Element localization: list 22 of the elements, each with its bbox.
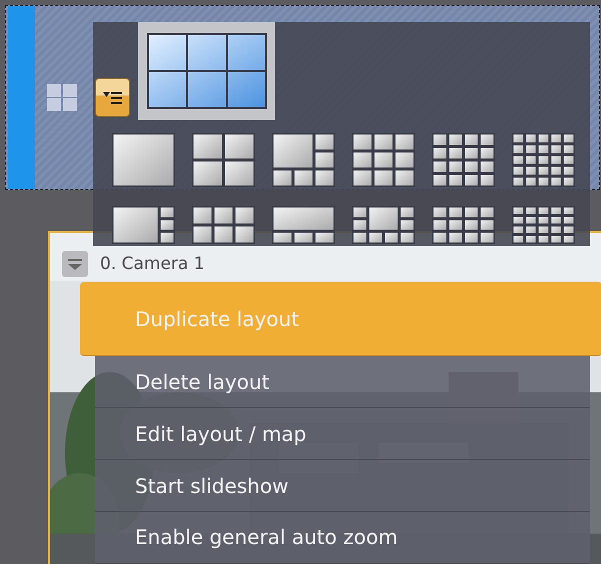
layout-option-icon[interactable] [192,206,255,244]
layout-menu-button[interactable] [95,78,130,117]
layout-option-icon[interactable] [512,132,575,187]
menu-item[interactable]: Delete layout [95,356,590,408]
layout-option-icon[interactable] [272,132,335,187]
layout-option-icon[interactable] [432,206,495,244]
menu-item[interactable]: Enable general auto zoom [95,512,590,564]
window-layout-icon [146,32,266,109]
layout-option-icon[interactable] [112,206,175,244]
layout-option-icon[interactable] [512,206,575,244]
camera-title: 0. Camera 1 [100,254,205,274]
current-layout-thumbnail[interactable] [138,22,275,120]
layout-option-icon[interactable] [352,206,415,244]
layout-option-icon[interactable] [352,132,415,187]
menu-item[interactable]: Start slideshow [95,460,590,512]
layout-option-icon[interactable] [112,132,175,187]
menu-icon[interactable] [62,251,88,277]
dropdown-list-icon [102,90,122,104]
layout-option-icon[interactable] [272,206,335,244]
layout-option-icon[interactable] [432,132,495,187]
menu-item[interactable]: Edit layout / map [95,408,590,460]
layout-option-icon[interactable] [192,132,255,187]
